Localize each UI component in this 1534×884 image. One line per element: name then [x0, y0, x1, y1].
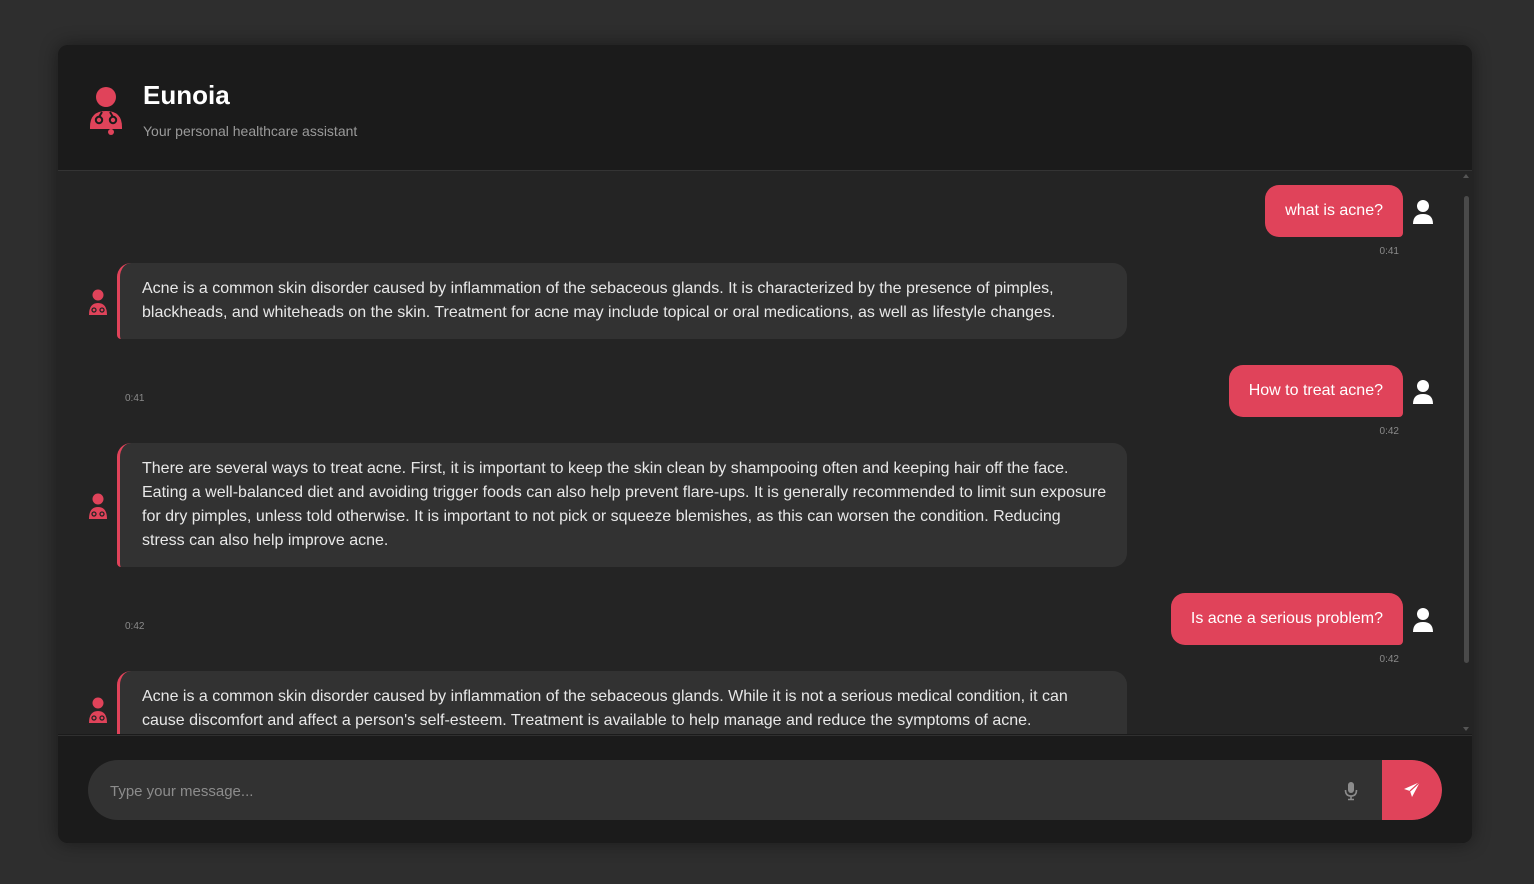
- message-time: 0:42: [1379, 426, 1399, 437]
- message-scrollbar[interactable]: [1460, 171, 1472, 734]
- user-avatar-icon: [1413, 380, 1433, 404]
- scrollbar-thumb[interactable]: [1464, 196, 1469, 663]
- paper-plane-icon: [1404, 781, 1421, 797]
- scroll-up-icon[interactable]: [1463, 174, 1469, 178]
- doctor-icon: [89, 289, 107, 315]
- app-subtitle: Your personal healthcare assistant: [143, 123, 358, 139]
- chat-window: Eunoia Your personal healthcare assistan…: [58, 45, 1472, 843]
- composer: [58, 735, 1472, 843]
- user-message: what is acne?: [1265, 185, 1403, 237]
- bot-message: Acne is a common skin disorder caused by…: [117, 671, 1127, 734]
- doctor-icon: [89, 493, 107, 519]
- user-avatar-icon: [1413, 608, 1433, 632]
- composer-box: [88, 760, 1442, 820]
- message-time: 0:42: [125, 621, 145, 632]
- user-message: How to treat acne?: [1228, 365, 1403, 417]
- scroll-down-icon[interactable]: [1463, 727, 1469, 731]
- message-time: 0:41: [1379, 246, 1399, 257]
- chat-header: Eunoia Your personal healthcare assistan…: [58, 45, 1472, 171]
- user-message: Is acne a serious problem?: [1170, 593, 1403, 645]
- app-title: Eunoia: [143, 80, 230, 110]
- bot-message: There are several ways to treat acne. Fi…: [117, 443, 1127, 567]
- bot-message: Acne is a common skin disorder caused by…: [117, 263, 1127, 339]
- send-button[interactable]: [1382, 760, 1442, 820]
- message-input[interactable]: [108, 760, 1332, 820]
- message-list[interactable]: what is acne? 0:41 Acne is a common skin…: [58, 171, 1472, 734]
- message-time: 0:41: [125, 393, 145, 404]
- message-time: 0:42: [1379, 654, 1399, 665]
- user-avatar-icon: [1413, 200, 1433, 224]
- microphone-icon[interactable]: [1342, 781, 1360, 801]
- doctor-icon: [90, 87, 122, 135]
- doctor-icon: [89, 697, 107, 723]
